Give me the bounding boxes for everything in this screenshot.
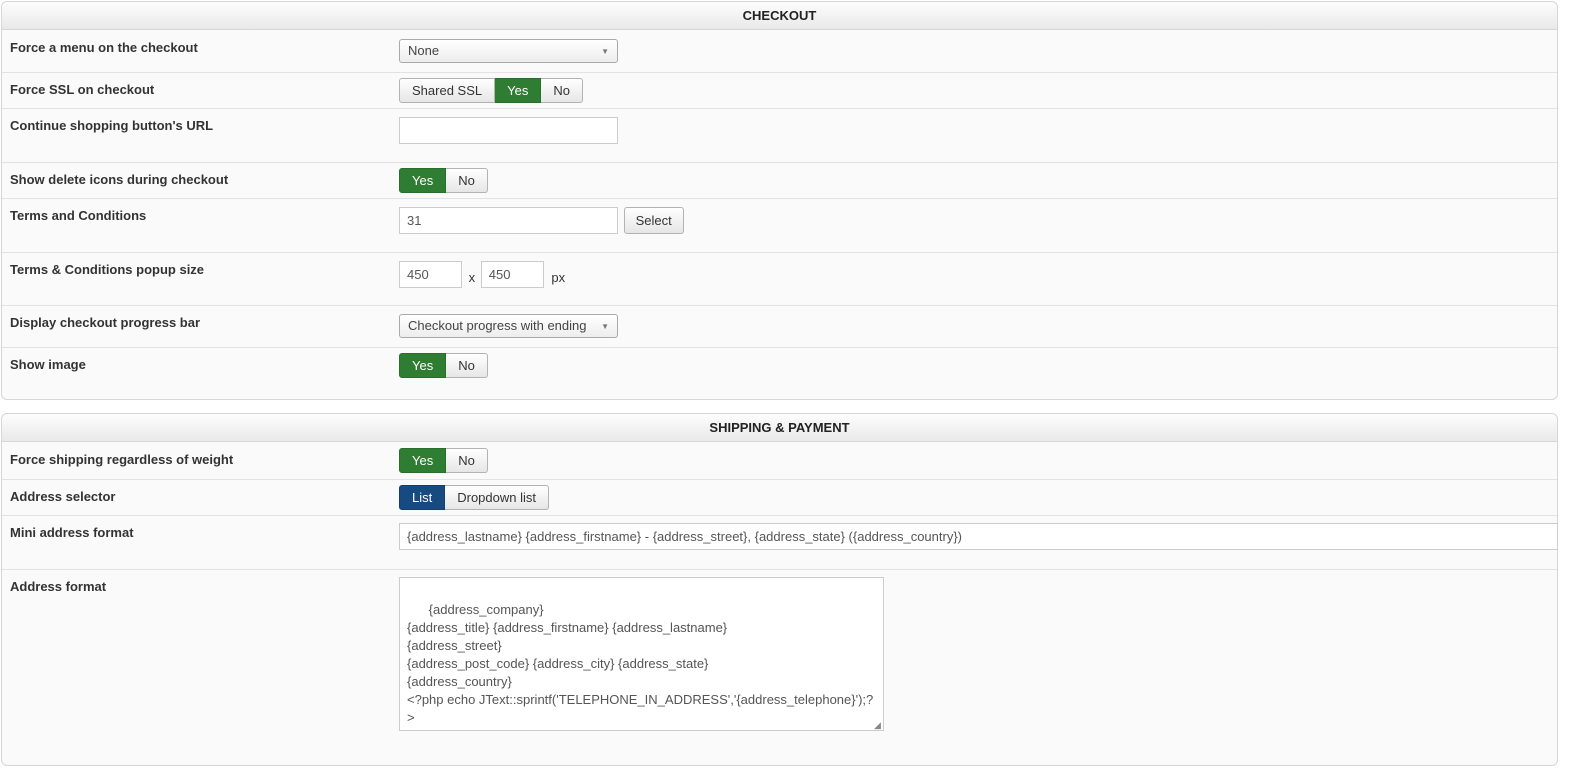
address-selector-label: Address selector [10, 489, 116, 504]
address-format-row: Address format {address_company} {addres… [2, 569, 1557, 765]
popup-size-row: Terms & Conditions popup size 450 x 450 … [2, 252, 1557, 305]
shipping-payment-header: SHIPPING & PAYMENT [2, 414, 1557, 442]
delete-icons-label: Show delete icons during checkout [10, 172, 229, 187]
dropdown-caret-icon: ▼ [601, 47, 609, 56]
mini-address-label: Mini address format [10, 525, 134, 540]
popup-size-label: Terms & Conditions popup size [10, 262, 205, 277]
force-menu-row: Force a menu on the checkout None ▼ [2, 31, 1557, 72]
checkout-panel: CHECKOUT Force a menu on the checkout No… [1, 1, 1558, 400]
show-image-toggle: Yes No [399, 353, 488, 378]
continue-url-input[interactable] [399, 117, 618, 144]
mini-address-row: Mini address format {address_lastname} {… [2, 515, 1558, 569]
continue-url-row: Continue shopping button's URL [2, 108, 1557, 162]
popup-width-input[interactable]: 450 [399, 261, 462, 288]
force-ssl-toggle: Shared SSL Yes No [399, 78, 583, 103]
address-format-text: {address_company} {address_title} {addre… [407, 602, 874, 725]
force-shipping-no-button[interactable]: No [446, 448, 488, 473]
terms-select-button[interactable]: Select [623, 207, 684, 234]
delete-icons-row: Show delete icons during checkout Yes No [2, 162, 1557, 198]
delete-icons-toggle: Yes No [399, 168, 488, 193]
mini-address-input[interactable]: {address_lastname} {address_firstname} -… [399, 523, 1558, 550]
terms-row: Terms and Conditions 31 Select [2, 198, 1557, 252]
dropdown-caret-icon: ▼ [601, 322, 609, 331]
address-selector-list-button[interactable]: List [399, 485, 446, 510]
popup-height-input[interactable]: 450 [480, 261, 544, 288]
ssl-yes-button[interactable]: Yes [495, 78, 542, 103]
resize-grip-icon[interactable]: ◢ [874, 721, 882, 730]
terms-input[interactable]: 31 [399, 207, 618, 234]
show-image-label: Show image [10, 357, 86, 372]
shipping-payment-panel: SHIPPING & PAYMENT Force shipping regard… [1, 413, 1558, 766]
progress-bar-row: Display checkout progress bar Checkout p… [2, 305, 1557, 347]
address-format-textarea[interactable]: {address_company} {address_title} {addre… [399, 577, 884, 731]
force-menu-select[interactable]: None ▼ [399, 39, 618, 63]
show-image-yes-button[interactable]: Yes [399, 353, 447, 378]
force-ssl-row: Force SSL on checkout Shared SSL Yes No [2, 72, 1557, 108]
force-shipping-yes-button[interactable]: Yes [399, 448, 447, 473]
force-menu-label: Force a menu on the checkout [10, 40, 198, 55]
popup-size-unit: px [551, 270, 566, 285]
address-selector-toggle: List Dropdown list [399, 485, 549, 510]
force-shipping-label: Force shipping regardless of weight [10, 452, 234, 467]
popup-size-separator: x [468, 270, 476, 285]
shared-ssl-button[interactable]: Shared SSL [399, 78, 496, 103]
progress-bar-value: Checkout progress with ending [408, 318, 587, 333]
force-menu-value: None [408, 43, 440, 58]
show-image-row: Show image Yes No [2, 347, 1557, 399]
show-image-no-button[interactable]: No [446, 353, 488, 378]
address-format-label: Address format [10, 579, 107, 594]
address-selector-dropdown-button[interactable]: Dropdown list [445, 485, 549, 510]
address-selector-row: Address selector List Dropdown list [2, 479, 1557, 515]
progress-bar-select[interactable]: Checkout progress with ending ▼ [399, 314, 618, 338]
terms-label: Terms and Conditions [10, 208, 147, 223]
continue-url-label: Continue shopping button's URL [10, 118, 214, 133]
force-ssl-label: Force SSL on checkout [10, 82, 155, 97]
progress-bar-label: Display checkout progress bar [10, 315, 201, 330]
checkout-header: CHECKOUT [2, 2, 1557, 30]
ssl-no-button[interactable]: No [541, 78, 583, 103]
delete-icons-yes-button[interactable]: Yes [399, 168, 447, 193]
force-shipping-toggle: Yes No [399, 448, 488, 473]
delete-icons-no-button[interactable]: No [446, 168, 488, 193]
force-shipping-row: Force shipping regardless of weight Yes … [2, 443, 1557, 479]
